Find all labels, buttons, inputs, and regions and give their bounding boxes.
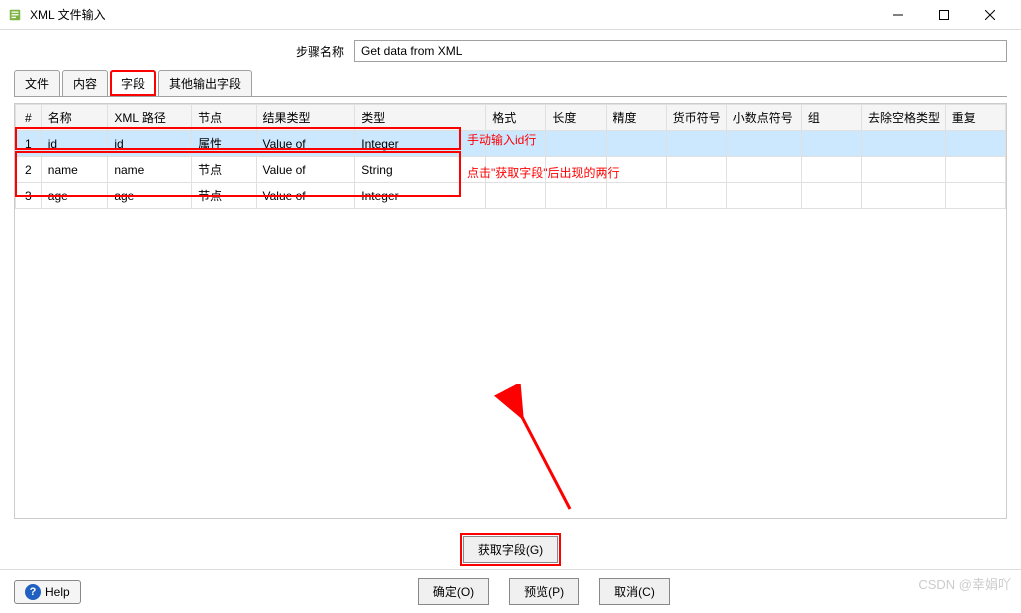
col-header-precision[interactable]: 精度 [606,105,666,131]
col-header-repeat[interactable]: 重复 [945,105,1005,131]
table-cell[interactable] [666,157,726,183]
table-cell[interactable] [945,157,1005,183]
col-header-trim[interactable]: 去除空格类型 [862,105,946,131]
table-cell[interactable] [945,131,1005,157]
table-cell[interactable] [606,157,666,183]
tab-other-output[interactable]: 其他输出字段 [158,70,252,96]
table-row[interactable]: 1idid属性Value ofInteger [16,131,1006,157]
table-cell[interactable] [862,157,946,183]
tab-file[interactable]: 文件 [14,70,60,96]
col-header-currency[interactable]: 货币符号 [666,105,726,131]
col-header-num[interactable]: # [16,105,42,131]
table-cell[interactable]: Integer [355,131,486,157]
table-cell[interactable]: name [41,157,108,183]
maximize-button[interactable] [921,0,967,30]
table-cell[interactable]: 1 [16,131,42,157]
table-cell[interactable] [801,183,861,209]
table-cell[interactable]: 节点 [192,183,256,209]
table-cell[interactable]: name [108,157,192,183]
preview-button[interactable]: 预览(P) [509,578,579,605]
table-cell[interactable]: Value of [256,157,355,183]
watermark: CSDN @幸娟吖 [918,574,1011,593]
get-fields-button[interactable]: 获取字段(G) [463,536,558,563]
table-cell[interactable] [726,183,801,209]
title-bar: XML 文件输入 [0,0,1021,30]
table-cell[interactable]: 节点 [192,157,256,183]
col-header-xmlpath[interactable]: XML 路径 [108,105,192,131]
ok-button[interactable]: 确定(O) [418,578,489,605]
minimize-button[interactable] [875,0,921,30]
table-cell[interactable] [666,183,726,209]
table-cell[interactable] [486,183,546,209]
annotation-arrow [475,384,615,519]
table-cell[interactable] [546,183,606,209]
table-cell[interactable] [726,131,801,157]
app-icon [8,8,22,22]
table-cell[interactable]: id [108,131,192,157]
help-button[interactable]: ? Help [14,580,81,604]
table-cell[interactable]: 2 [16,157,42,183]
table-row[interactable]: 3ageage节点Value ofInteger [16,183,1006,209]
col-header-format[interactable]: 格式 [486,105,546,131]
col-header-name[interactable]: 名称 [41,105,108,131]
help-label: Help [45,585,70,599]
fields-table[interactable]: # 名称 XML 路径 节点 结果类型 类型 格式 长度 精度 货币符号 小数点… [15,104,1006,209]
table-cell[interactable] [801,131,861,157]
tab-fields[interactable]: 字段 [110,70,156,96]
table-cell[interactable] [726,157,801,183]
tab-content[interactable]: 内容 [62,70,108,96]
table-cell[interactable] [546,131,606,157]
table-cell[interactable] [945,183,1005,209]
table-cell[interactable]: Integer [355,183,486,209]
col-header-result[interactable]: 结果类型 [256,105,355,131]
table-row[interactable]: 2namename节点Value ofString [16,157,1006,183]
table-cell[interactable] [862,183,946,209]
table-cell[interactable]: id [41,131,108,157]
table-cell[interactable] [546,157,606,183]
step-name-label: 步骤名称 [14,43,354,60]
close-button[interactable] [967,0,1013,30]
table-cell[interactable]: age [41,183,108,209]
table-cell[interactable]: Value of [256,131,355,157]
table-cell[interactable]: 3 [16,183,42,209]
table-cell[interactable] [486,157,546,183]
col-header-decimal[interactable]: 小数点符号 [726,105,801,131]
table-cell[interactable]: 属性 [192,131,256,157]
table-cell[interactable] [801,157,861,183]
table-cell[interactable] [606,183,666,209]
fields-table-container: # 名称 XML 路径 节点 结果类型 类型 格式 长度 精度 货币符号 小数点… [14,103,1007,519]
col-header-length[interactable]: 长度 [546,105,606,131]
table-cell[interactable] [606,131,666,157]
col-header-type[interactable]: 类型 [355,105,486,131]
col-header-group[interactable]: 组 [801,105,861,131]
cancel-button[interactable]: 取消(C) [599,578,670,605]
table-cell[interactable] [486,131,546,157]
table-cell[interactable] [862,131,946,157]
step-name-input[interactable] [354,40,1007,62]
help-icon: ? [25,584,41,600]
table-cell[interactable]: age [108,183,192,209]
window-title: XML 文件输入 [30,6,106,23]
table-cell[interactable]: String [355,157,486,183]
col-header-node[interactable]: 节点 [192,105,256,131]
tab-bar: 文件 内容 字段 其他输出字段 [14,70,1007,97]
table-cell[interactable] [666,131,726,157]
table-cell[interactable]: Value of [256,183,355,209]
